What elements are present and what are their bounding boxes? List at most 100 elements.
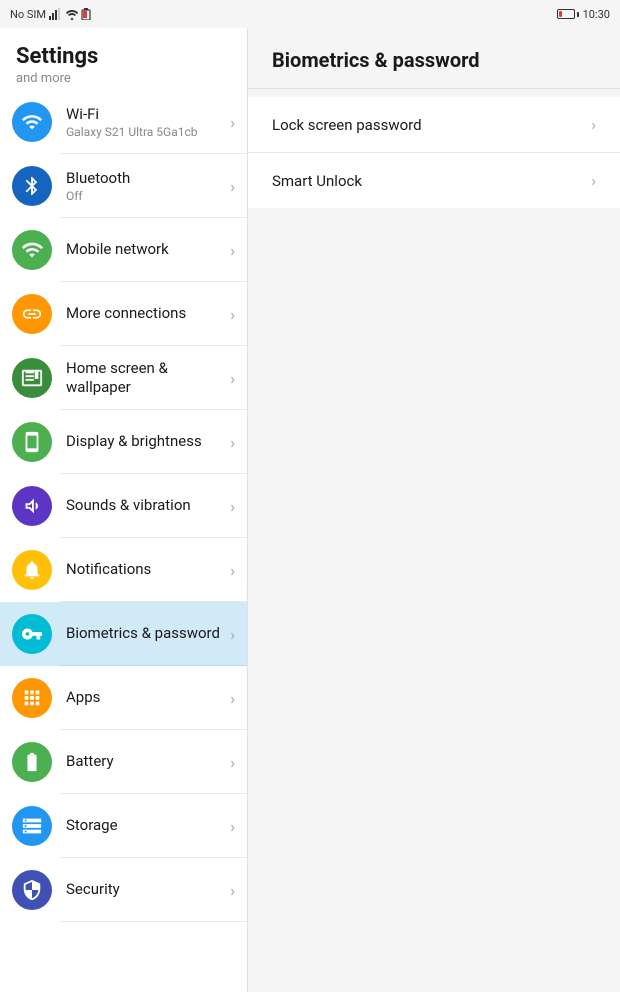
notifications-label: Notifications — [66, 560, 226, 580]
right-panel: Biometrics & password Lock screen passwo… — [248, 28, 620, 992]
storage-label: Storage — [66, 816, 226, 836]
more-connections-chevron: › — [230, 305, 235, 324]
display-icon-circle — [12, 422, 52, 462]
apps-content: Apps — [66, 688, 226, 708]
security-icon-circle — [12, 870, 52, 910]
panel-item-lock-screen-password[interactable]: Lock screen password › — [248, 97, 620, 153]
sidebar-item-notifications[interactable]: Notifications › — [0, 538, 247, 602]
battery-icon — [557, 9, 579, 19]
storage-chevron: › — [230, 817, 235, 836]
key-icon — [21, 623, 43, 645]
security-icon — [21, 879, 43, 901]
bluetooth-chevron: › — [230, 177, 235, 196]
sound-icon — [21, 495, 43, 517]
display-chevron: › — [230, 433, 235, 452]
biometrics-icon-circle — [12, 614, 52, 654]
wifi-label: Wi-Fi — [66, 105, 226, 125]
sidebar-item-wifi[interactable]: Wi-Fi Galaxy S21 Ultra 5Ga1cb › — [0, 90, 247, 154]
notifications-content: Notifications — [66, 560, 226, 580]
sidebar-item-home-screen[interactable]: Home screen & wallpaper › — [0, 346, 247, 410]
storage-icon — [21, 815, 43, 837]
more-connections-label: More connections — [66, 304, 226, 324]
security-chevron: › — [230, 881, 235, 900]
display-label: Display & brightness — [66, 432, 226, 452]
biometrics-label: Biometrics & password — [66, 624, 226, 644]
mobile-network-icon — [21, 239, 43, 261]
bluetooth-icon — [21, 175, 43, 197]
lock-screen-chevron: › — [591, 115, 596, 134]
wifi-icon-circle — [12, 102, 52, 142]
smart-unlock-chevron: › — [591, 171, 596, 190]
home-screen-content: Home screen & wallpaper — [66, 359, 226, 398]
sidebar-subtitle: and more — [16, 71, 231, 86]
home-screen-icon-circle — [12, 358, 52, 398]
display-icon — [21, 431, 43, 453]
security-label: Security — [66, 880, 226, 900]
sounds-content: Sounds & vibration — [66, 496, 226, 516]
smart-unlock-label: Smart Unlock — [272, 172, 362, 190]
sidebar-item-mobile-network[interactable]: Mobile network › — [0, 218, 247, 282]
wifi-chevron: › — [230, 113, 235, 132]
wifi-sublabel: Galaxy S21 Ultra 5Ga1cb — [66, 125, 226, 139]
battery-icon-circle — [12, 742, 52, 782]
home-screen-chevron: › — [230, 369, 235, 388]
security-content: Security — [66, 880, 226, 900]
sidebar-item-sounds[interactable]: Sounds & vibration › — [0, 474, 247, 538]
biometrics-chevron: › — [230, 625, 235, 644]
sidebar-item-storage[interactable]: Storage › — [0, 794, 247, 858]
more-connections-content: More connections — [66, 304, 226, 324]
notification-icon — [21, 559, 43, 581]
sidebar-title: Settings — [16, 44, 231, 69]
sidebar-item-more-connections[interactable]: More connections › — [0, 282, 247, 346]
wifi-status-icon — [66, 8, 78, 20]
time-display: 10:30 — [583, 8, 610, 21]
status-bar: No SIM 10:30 — [0, 0, 620, 28]
panel-item-smart-unlock[interactable]: Smart Unlock › — [248, 153, 620, 208]
sidebar-item-apps[interactable]: Apps › — [0, 666, 247, 730]
bluetooth-label: Bluetooth — [66, 169, 226, 189]
apps-icon-circle — [12, 678, 52, 718]
sidebar: Settings and more Wi-Fi Galaxy S21 Ultra… — [0, 28, 248, 992]
mobile-network-chevron: › — [230, 241, 235, 260]
sounds-chevron: › — [230, 497, 235, 516]
apps-chevron: › — [230, 689, 235, 708]
mobile-network-icon-circle — [12, 230, 52, 270]
sounds-icon-circle — [12, 486, 52, 526]
more-connections-icon-circle — [12, 294, 52, 334]
battery-chevron: › — [230, 753, 235, 772]
sidebar-item-bluetooth[interactable]: Bluetooth Off › — [0, 154, 247, 218]
battery-settings-icon — [21, 751, 43, 773]
sidebar-item-security[interactable]: Security › — [0, 858, 247, 922]
panel-header: Biometrics & password — [248, 28, 620, 89]
signal-icon — [49, 8, 63, 20]
no-sim-text: No SIM — [10, 8, 46, 21]
sidebar-header: Settings and more — [0, 28, 247, 90]
biometrics-content: Biometrics & password — [66, 624, 226, 644]
battery-label: Battery — [66, 752, 226, 772]
sidebar-item-biometrics[interactable]: Biometrics & password › — [0, 602, 247, 666]
sidebar-item-battery[interactable]: Battery › — [0, 730, 247, 794]
apps-icon — [21, 687, 43, 709]
mobile-network-content: Mobile network — [66, 240, 226, 260]
main-container: Settings and more Wi-Fi Galaxy S21 Ultra… — [0, 28, 620, 992]
storage-content: Storage — [66, 816, 226, 836]
battery-content: Battery — [66, 752, 226, 772]
notifications-icon-circle — [12, 550, 52, 590]
panel-list: Lock screen password › Smart Unlock › — [248, 97, 620, 208]
storage-icon-circle — [12, 806, 52, 846]
mobile-network-label: Mobile network — [66, 240, 226, 260]
lock-screen-password-label: Lock screen password — [272, 116, 422, 134]
apps-label: Apps — [66, 688, 226, 708]
status-right: 10:30 — [557, 8, 610, 21]
battery-small-icon — [81, 8, 91, 20]
home-screen-icon — [21, 367, 43, 389]
link-icon — [21, 303, 43, 325]
status-left: No SIM — [10, 8, 91, 21]
bluetooth-sublabel: Off — [66, 189, 226, 203]
home-screen-label: Home screen & wallpaper — [66, 359, 226, 398]
bluetooth-item-content: Bluetooth Off — [66, 169, 226, 204]
wifi-icon — [21, 111, 43, 133]
sounds-label: Sounds & vibration — [66, 496, 226, 516]
bluetooth-icon-circle — [12, 166, 52, 206]
sidebar-item-display[interactable]: Display & brightness › — [0, 410, 247, 474]
